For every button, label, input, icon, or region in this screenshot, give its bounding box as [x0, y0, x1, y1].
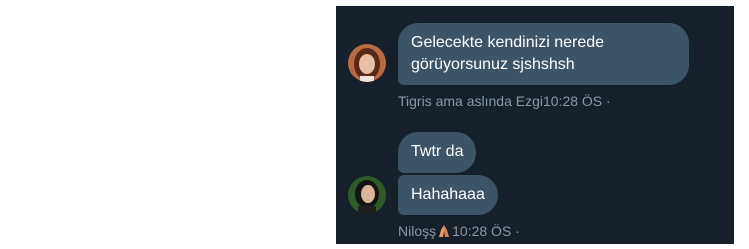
- message-time: 10:28 ÖS: [542, 93, 603, 109]
- meta-separator: ·: [515, 223, 520, 239]
- message-time: 10:28 ÖS: [452, 223, 512, 239]
- message-bubble[interactable]: Twtr da: [398, 132, 477, 173]
- message-text: Twtr da: [411, 143, 464, 160]
- message-meta: Niloşş 10:28 ÖS ·: [398, 222, 520, 240]
- avatar[interactable]: [348, 44, 386, 82]
- chat-panel: Gelecekte kendinizi nerede görüyorsunuz …: [336, 6, 734, 244]
- message-meta: Tigris ama aslında Ezgi10:28 ÖS ·: [398, 92, 611, 110]
- message-text-line: görüyorsunuz sjshshsh: [411, 56, 575, 73]
- message-bubble[interactable]: Gelecekte kendinizi nerede görüyorsunuz …: [398, 23, 689, 85]
- message-text-line: Gelecekte kendinizi nerede: [411, 34, 605, 51]
- praying-hands-icon: [436, 224, 452, 238]
- message-bubble[interactable]: Hahahaaa: [398, 175, 498, 215]
- page: Gelecekte kendinizi nerede görüyorsunuz …: [0, 0, 749, 249]
- message-text: Hahahaaa: [411, 186, 485, 203]
- sender-name: Niloşş: [398, 223, 437, 239]
- avatar[interactable]: [348, 176, 386, 214]
- meta-separator: ·: [606, 93, 611, 109]
- sender-name: Tigris ama aslında Ezgi: [398, 93, 543, 109]
